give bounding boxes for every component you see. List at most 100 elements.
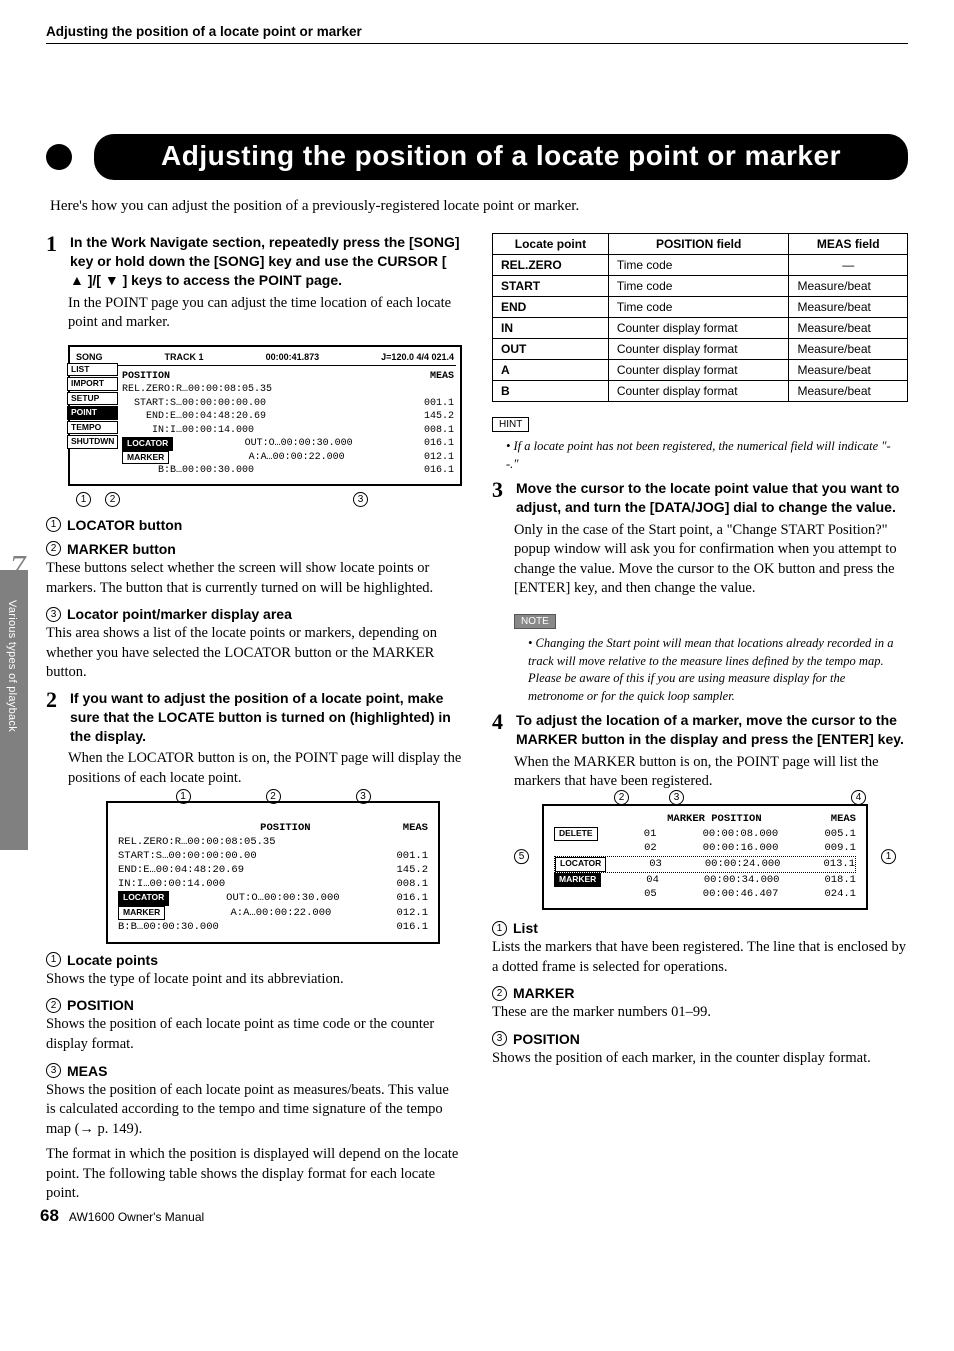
mfig-head-meas: MEAS bbox=[831, 812, 856, 827]
legend2-2-body: Shows the position of each locate point … bbox=[46, 1015, 462, 1054]
fig1-row-4-r: 016.1 bbox=[424, 437, 454, 451]
legend1-12-body: These buttons select whether the screen … bbox=[46, 559, 462, 598]
fig2-row-6-l: B:B…00:00:30.000 bbox=[118, 920, 219, 934]
table-row: STARTTime codeMeasure/beat bbox=[493, 276, 908, 297]
mfig-locator-chip: LOCATOR bbox=[555, 857, 606, 872]
table-row: ACounter display formatMeasure/beat bbox=[493, 360, 908, 381]
delete-chip: DELETE bbox=[554, 827, 598, 842]
page-number: 68 bbox=[40, 1206, 59, 1226]
fig1-head-pos: POSITION bbox=[122, 370, 170, 384]
legend3-3-num: 3 bbox=[492, 1031, 507, 1046]
hint-body: If a locate point has not been registere… bbox=[506, 438, 902, 473]
mfig-callout-1: 1 bbox=[881, 849, 896, 864]
tab-shutdwn: SHUTDWN bbox=[67, 435, 118, 448]
fig1-row-2-l: END:E…00:04:48:20.69 bbox=[122, 410, 266, 424]
locator-chip: LOCATOR bbox=[122, 437, 173, 451]
fig2-row-2-l: END:E…00:04:48:20.69 bbox=[118, 863, 244, 877]
legend2-3-body-1: Shows the position of each locate point … bbox=[46, 1081, 462, 1140]
callout-1: 1 bbox=[76, 492, 91, 507]
fig2-marker-chip: MARKER bbox=[118, 906, 165, 920]
table-row: REL.ZEROTime code— bbox=[493, 255, 908, 276]
legend1-3-num: 3 bbox=[46, 607, 61, 622]
legend3-3-label: POSITION bbox=[513, 1031, 580, 1047]
fig2-row-4-r: 016.1 bbox=[396, 891, 428, 905]
step-4-body: When the MARKER button is on, the POINT … bbox=[514, 753, 908, 792]
callout-3: 3 bbox=[353, 492, 368, 507]
table-row: ENDTime codeMeasure/beat bbox=[493, 297, 908, 318]
fig1-row-4-l: OUT:O…00:00:30.000 bbox=[245, 437, 353, 451]
fig2-row-4-l: OUT:O…00:00:30.000 bbox=[226, 891, 339, 905]
fig2-head-pos: POSITION bbox=[260, 821, 310, 835]
mfig-head-pos: MARKER POSITION bbox=[667, 812, 762, 827]
fig1-row-6-l: B:B…00:00:30.000 bbox=[122, 464, 254, 478]
fig2-callout-3: 3 bbox=[356, 789, 371, 804]
mfig-callout-5: 5 bbox=[514, 849, 529, 864]
step-2-body: When the LOCATOR button is on, the POINT… bbox=[68, 749, 462, 788]
legend1-2-num: 2 bbox=[46, 541, 61, 556]
legend1-2-label: MARKER button bbox=[67, 541, 176, 557]
lcd-screenshot-2: 1 2 3 POSITION MEAS REL.ZERO:R…00:00:08:… bbox=[106, 801, 440, 944]
legend3-2-num: 2 bbox=[492, 986, 507, 1001]
legend3-2-label: MARKER bbox=[513, 985, 574, 1001]
step-2-heading: If you want to adjust the position of a … bbox=[70, 689, 462, 746]
legend2-1-body: Shows the type of locate point and its a… bbox=[46, 970, 462, 990]
fig1-row-2-r: 145.2 bbox=[424, 410, 454, 424]
fig1-row-3-l: IN:I…00:00:14.000 bbox=[122, 424, 254, 438]
fig1-head-meas: MEAS bbox=[430, 370, 454, 384]
th-meas: MEAS field bbox=[789, 234, 908, 255]
legend3-1-body: Lists the markers that have been registe… bbox=[492, 938, 908, 977]
marker-chip: MARKER bbox=[122, 451, 169, 465]
locate-point-table: Locate point POSITION field MEAS field R… bbox=[492, 233, 908, 402]
note-callout: NOTE Changing the Start point will mean … bbox=[514, 611, 908, 705]
fig1-row-3-r: 008.1 bbox=[424, 424, 454, 438]
callout-2: 2 bbox=[105, 492, 120, 507]
lcd-time-label: 00:00:41.873 bbox=[266, 351, 320, 363]
step-number-2: 2 bbox=[46, 689, 64, 746]
fig1-row-0-l: REL.ZERO:R…00:00:08:05.35 bbox=[122, 383, 272, 397]
step-number-3: 3 bbox=[492, 479, 510, 517]
legend2-1-label: Locate points bbox=[67, 952, 158, 968]
fig2-row-6-r: 016.1 bbox=[396, 920, 428, 934]
step-number-4: 4 bbox=[492, 711, 510, 749]
lcd-screenshot-1: SONG TRACK 1 00:00:41.873 J=120.0 4/4 02… bbox=[68, 345, 462, 486]
side-tab-label: Various types of playback bbox=[6, 600, 18, 732]
hint-callout: HINT If a locate point has not been regi… bbox=[492, 414, 908, 473]
fig2-row-1-r: 001.1 bbox=[396, 849, 428, 863]
step-4-heading: To adjust the location of a marker, move… bbox=[516, 711, 908, 749]
table-row: BCounter display formatMeasure/beat bbox=[493, 381, 908, 402]
step-3-body: Only in the case of the Start point, a "… bbox=[514, 521, 908, 599]
fig1-row-1-l: START:S…00:00:00:00.00 bbox=[122, 397, 266, 411]
tab-list: LIST bbox=[67, 363, 118, 376]
step-number-1: 1 bbox=[46, 233, 64, 290]
manual-title: AW1600 Owner's Manual bbox=[69, 1210, 204, 1224]
tab-point: POINT bbox=[67, 406, 118, 419]
legend1-1-num: 1 bbox=[46, 517, 61, 532]
fig2-row-0-l: REL.ZERO:R…00:00:08:05.35 bbox=[118, 835, 276, 849]
lcd-track-label: TRACK 1 bbox=[165, 351, 204, 363]
fig1-row-5-l: A:A…00:00:22.000 bbox=[249, 451, 345, 465]
fig2-callout-2: 2 bbox=[266, 789, 281, 804]
legend2-3-body-2: The format in which the position is disp… bbox=[46, 1145, 462, 1204]
legend2-2-label: POSITION bbox=[67, 997, 134, 1013]
step-1-heading: In the Work Navigate section, repeatedly… bbox=[70, 233, 462, 290]
legend2-3-label: MEAS bbox=[67, 1063, 107, 1079]
page-title: Adjusting the position of a locate point… bbox=[94, 134, 908, 180]
lcd-song-label: SONG bbox=[76, 351, 103, 363]
th-locate-point: Locate point bbox=[493, 234, 609, 255]
running-head: Adjusting the position of a locate point… bbox=[46, 24, 908, 44]
table-row: INCounter display formatMeasure/beat bbox=[493, 318, 908, 339]
legend2-1-num: 1 bbox=[46, 952, 61, 967]
fig1-row-5-r: 012.1 bbox=[424, 451, 454, 465]
fig2-locator-chip: LOCATOR bbox=[118, 891, 169, 905]
legend3-3-body: Shows the position of each marker, in th… bbox=[492, 1049, 908, 1069]
hint-tag: HINT bbox=[492, 417, 529, 432]
mfig-callout-2: 2 bbox=[614, 790, 629, 805]
fig2-row-2-r: 145.2 bbox=[396, 863, 428, 877]
legend3-2-body: These are the marker numbers 01–99. bbox=[492, 1003, 908, 1023]
fig1-row-1-r: 001.1 bbox=[424, 397, 454, 411]
mfig-callout-4: 4 bbox=[851, 790, 866, 805]
fig2-row-1-l: START:S…00:00:00:00.00 bbox=[118, 849, 257, 863]
note-tag: NOTE bbox=[514, 614, 556, 629]
step-1-body: In the POINT page you can adjust the tim… bbox=[68, 294, 462, 333]
mfig-marker-chip: MARKER bbox=[554, 873, 601, 888]
